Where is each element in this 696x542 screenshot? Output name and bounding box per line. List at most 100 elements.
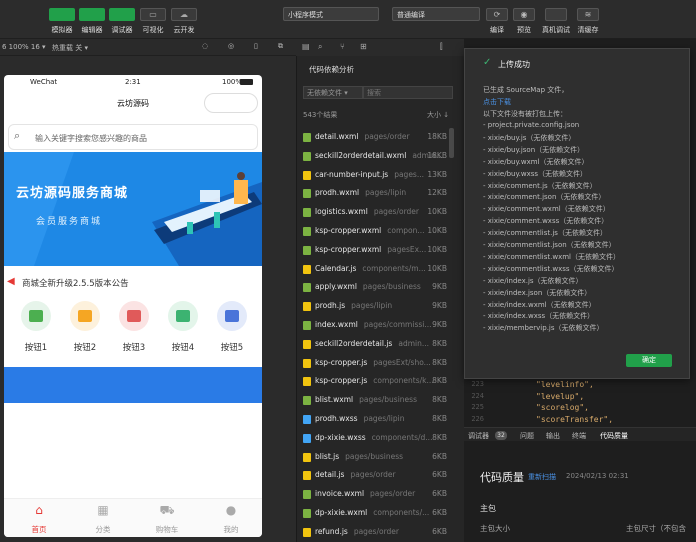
tab-1[interactable]: ⌂ 首页 — [16, 502, 62, 536]
file-name: index.wxml pages/commissi... — [315, 320, 432, 329]
tab-3[interactable]: ⛟ 购物车 — [144, 502, 190, 536]
file-row[interactable]: blist.js pages/business 6KB — [297, 448, 465, 467]
git-icon[interactable]: ⑂ — [340, 42, 345, 51]
compile-select[interactable]: 普通编译 — [392, 7, 480, 21]
file-row[interactable]: dp-xixie.wxml components/... 6KB — [297, 504, 465, 523]
filter-select[interactable]: 无依赖文件 ▾ — [303, 86, 363, 99]
file-row[interactable]: ksp-cropper.wxml pagesEx... 10KB — [297, 241, 465, 260]
file-name-text: car-number-input.js — [315, 169, 389, 179]
file-row[interactable]: Calendar.js components/m... 10KB — [297, 260, 465, 279]
sort-toggle[interactable]: 大小 ↓ — [427, 110, 449, 120]
banner-title: 云坊源码服务商城 — [16, 186, 129, 201]
simulator-label: 模拟器 — [51, 26, 73, 34]
js-file-icon — [303, 302, 311, 312]
debugger-label: 调试器 — [111, 26, 133, 34]
file-name-text: ksp-cropper.wxml — [315, 244, 382, 254]
file-name: apply.wxml pages/business — [315, 282, 421, 291]
file-row[interactable]: prodh.js pages/lipin 9KB — [297, 297, 465, 316]
code-quality-panel: 代码质量 重新扫描 2024/02/13 02:31 主包 主包大小 主包尺寸（… — [464, 441, 696, 542]
file-row[interactable]: blist.wxml pages/business 8KB — [297, 391, 465, 410]
mode-select[interactable]: 小程序模式 — [283, 7, 379, 21]
file-size: 6KB — [432, 489, 447, 499]
file-row[interactable]: car-number-input.js pages... 13KB — [297, 166, 465, 185]
file-row[interactable]: index.wxml pages/commissi... 9KB — [297, 316, 465, 335]
preview-button[interactable]: ◉ — [513, 8, 535, 21]
file-path: pages/order — [350, 470, 396, 480]
file-row[interactable]: logistics.wxml pages/order 10KB — [297, 203, 465, 222]
file-row[interactable]: prodh.wxml pages/lipin 12KB — [297, 184, 465, 203]
js-file-icon — [303, 264, 311, 274]
phone-icon[interactable]: ▯ — [254, 42, 258, 50]
editor-toggle-button[interactable] — [79, 8, 105, 21]
unpacked-file-item: - xixie/index.wxss（无依赖文件） — [483, 312, 595, 321]
grid-button-5[interactable]: 按钮5 — [214, 301, 250, 357]
file-row[interactable]: invoice.wxml pages/order 6KB — [297, 485, 465, 504]
file-name: blist.wxml pages/business — [315, 395, 417, 404]
file-search-input[interactable]: 搜索 — [363, 86, 453, 99]
tab-2[interactable]: ▦ 分类 — [80, 502, 126, 536]
grid-button-3[interactable]: 按钮3 — [116, 301, 152, 357]
file-name-text: logistics.wxml — [315, 207, 368, 217]
search-files-icon[interactable]: ⌕ — [318, 42, 322, 52]
file-path: pages/order — [373, 207, 419, 217]
record-icon[interactable]: ◎ — [228, 42, 234, 50]
capsule-menu[interactable] — [204, 93, 258, 113]
tab-debugger[interactable]: 调试器 — [468, 431, 489, 441]
files-icon[interactable]: ▤ — [302, 42, 310, 51]
compile-button[interactable]: ⟳ — [486, 8, 508, 21]
simulator-toggle-button[interactable] — [49, 8, 75, 21]
file-row[interactable]: apply.wxml pages/business 9KB — [297, 278, 465, 297]
file-name: invoice.wxml pages/order — [315, 489, 415, 498]
file-row[interactable]: ksp-cropper.js pagesExt/sho... 8KB — [297, 354, 465, 373]
file-row[interactable]: ksp-cropper.wxml compon... 10KB — [297, 222, 465, 241]
confirm-button[interactable]: 确定 — [626, 354, 672, 367]
clear-cache-button[interactable]: ≋ — [577, 8, 599, 21]
file-size: 8KB — [432, 357, 447, 367]
grid-button-label: 按钮2 — [73, 343, 97, 353]
tab-output[interactable]: 输出 — [546, 431, 560, 441]
grid-button-2[interactable]: 按钮2 — [67, 301, 103, 357]
split-icon[interactable]: ⫿ — [440, 42, 443, 52]
rescan-link[interactable]: 重新扫描 — [528, 472, 556, 482]
visual-label: 可视化 — [142, 26, 164, 34]
file-row[interactable]: seckill2orderdetail.wxml admin... 18KB — [297, 147, 465, 166]
rotate-icon[interactable]: ◌ — [202, 42, 208, 50]
file-row[interactable]: detail.js pages/order 6KB — [297, 466, 465, 485]
grid-button-4[interactable]: 按钮4 — [165, 301, 201, 357]
file-row[interactable]: detail.wxml pages/order 18KB — [297, 128, 465, 147]
file-row[interactable]: ksp-cropper.js components/k... 8KB — [297, 372, 465, 391]
search-box[interactable]: ⌕ 输入关键字搜索您感兴趣的商品 — [8, 124, 258, 150]
banner[interactable]: 云坊源码服务商城 会员服务商城 — [4, 152, 262, 266]
grid-button-1[interactable]: 按钮1 — [18, 301, 54, 357]
file-list-scrollbar[interactable] — [449, 128, 454, 158]
debugger-toggle-button[interactable] — [109, 8, 135, 21]
file-row[interactable]: seckill2orderdetail.js admin... 8KB — [297, 335, 465, 354]
cloud-dev-button[interactable]: ☁ — [171, 8, 197, 21]
ticket-icon — [119, 301, 149, 331]
unpacked-file-item: - project.private.config.json — [483, 121, 580, 129]
device-select[interactable]: 6 100% 16 ▾ — [2, 43, 46, 51]
file-path: pages/commissi... — [363, 320, 432, 329]
banner-subtitle: 会员服务商城 — [36, 217, 103, 227]
check-icon: ✓ — [483, 57, 492, 68]
notice-bar[interactable]: ◀ 商城全新升级2.5.5版本公告 — [4, 273, 262, 291]
tab-4[interactable]: ● 我的 — [208, 502, 254, 536]
extensions-icon[interactable]: ⊞ — [360, 42, 367, 51]
file-row[interactable]: refund.js pages/order 6KB — [297, 523, 465, 542]
wxml-file-icon — [303, 396, 311, 406]
file-row[interactable]: dp-xixie.wxss components/d... 8KB — [297, 429, 465, 448]
remote-debug-button[interactable] — [545, 8, 567, 21]
grid-button-label: 按钮4 — [171, 343, 195, 353]
popout-icon[interactable]: ⧉ — [278, 42, 283, 51]
visual-toggle-button[interactable]: ▭ — [140, 8, 166, 21]
code-quality-heading: 代码质量 — [480, 471, 524, 484]
hotreload-select[interactable]: 热重载 关 ▾ — [52, 43, 88, 53]
bottom-tabs: 调试器 32 问题 输出 终端 代码质量 — [464, 427, 696, 442]
tab-problems[interactable]: 问题 — [520, 431, 534, 441]
tab-terminal[interactable]: 终端 — [572, 431, 586, 441]
download-link[interactable]: 点击下载 — [483, 97, 511, 107]
panel-title: 代码依赖分析 — [309, 65, 354, 74]
file-name: car-number-input.js pages... — [315, 170, 424, 179]
file-row[interactable]: prodh.wxss pages/lipin 8KB — [297, 410, 465, 429]
wxml-file-icon — [303, 189, 311, 199]
